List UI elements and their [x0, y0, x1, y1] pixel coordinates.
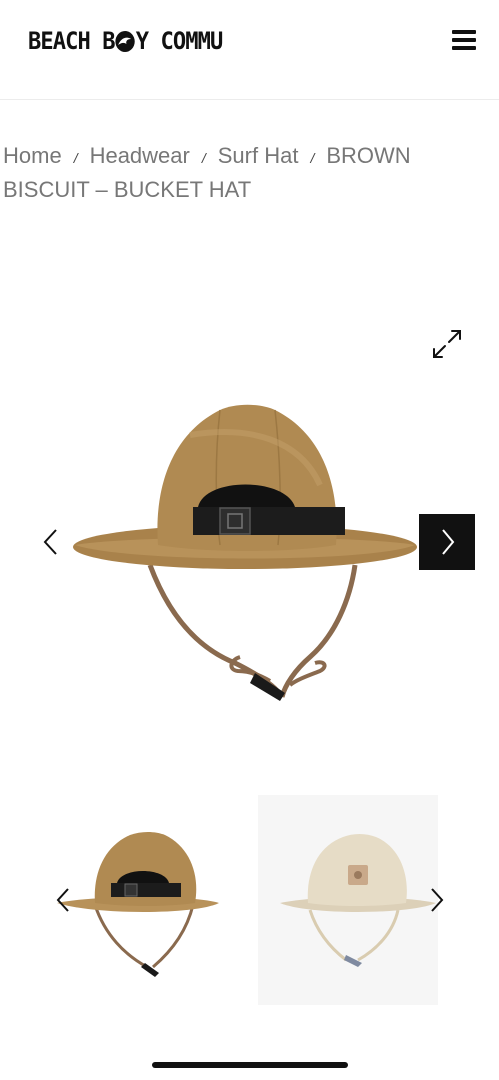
- product-main-image[interactable]: [70, 395, 420, 710]
- home-indicator[interactable]: [152, 1062, 348, 1068]
- product-gallery: [0, 300, 499, 780]
- thumbnail-strip: [0, 795, 499, 1015]
- site-header: BEACH B Y COMMU: [0, 0, 499, 100]
- breadcrumb-headwear[interactable]: Headwear: [90, 143, 190, 168]
- chevron-right-icon: [442, 529, 455, 555]
- breadcrumb-current: BROWN BISCUIT – BUCKET HAT: [3, 143, 411, 202]
- thumbnail-chevron-right-icon[interactable]: [426, 885, 446, 915]
- thumbnail-brown-hat[interactable]: [55, 795, 235, 1005]
- hamburger-menu-icon[interactable]: [452, 27, 482, 53]
- logo-text-part1: BEACH B: [28, 27, 116, 55]
- thumbnail-chevron-left-icon[interactable]: [54, 885, 74, 915]
- breadcrumb-home[interactable]: Home: [3, 143, 62, 168]
- breadcrumb-surf-hat[interactable]: Surf Hat: [218, 143, 299, 168]
- breadcrumb-separator: /: [310, 150, 315, 166]
- breadcrumb-separator: /: [73, 150, 78, 166]
- logo-text-part2: Y COMMU: [135, 27, 224, 55]
- wave-logo-icon: [115, 31, 135, 52]
- breadcrumb: Home / Headwear / Surf Hat / BROWN BISCUIT – B…: [3, 140, 493, 206]
- expand-icon[interactable]: [430, 327, 464, 361]
- site-logo[interactable]: BEACH B Y COMMU: [28, 26, 239, 56]
- thumbnail-beige-hat[interactable]: [258, 795, 438, 1005]
- logo-wordmark: BEACH B Y COMMU: [28, 27, 224, 55]
- next-image-button[interactable]: [419, 514, 475, 570]
- breadcrumb-separator: /: [201, 150, 206, 166]
- chevron-left-icon[interactable]: [40, 525, 64, 559]
